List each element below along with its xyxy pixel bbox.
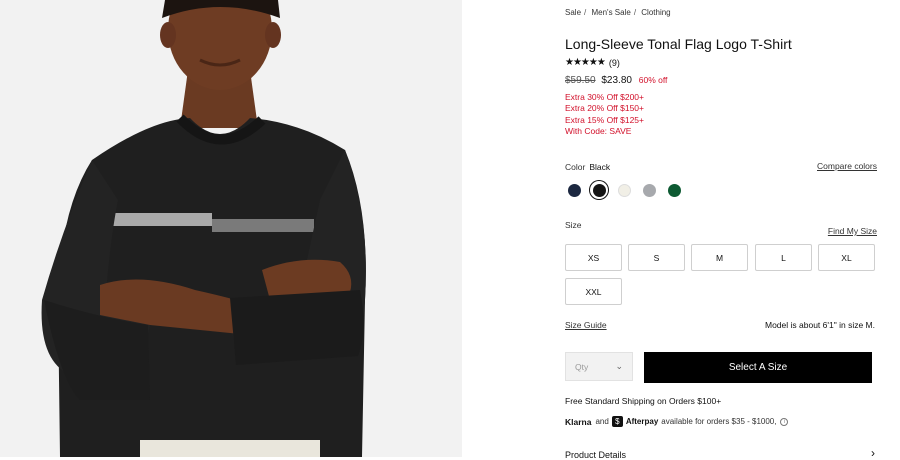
- swatch-color: [592, 183, 606, 197]
- afterpay-logo: Afterpay: [625, 417, 659, 426]
- and-text: and: [595, 417, 609, 426]
- product-title: Long-Sleeve Tonal Flag Logo T-Shirt: [565, 36, 792, 52]
- original-price: $59.50: [565, 75, 596, 86]
- star-rating-icon: ★★★★★: [565, 57, 606, 68]
- swatch-navy[interactable]: [565, 181, 583, 199]
- color-label-text: Color: [565, 162, 586, 172]
- selected-color: Black: [589, 162, 611, 172]
- breadcrumb-mens-sale[interactable]: Men's Sale: [591, 8, 630, 17]
- size-xl-button[interactable]: XL: [818, 244, 875, 271]
- compare-colors-link[interactable]: Compare colors: [817, 161, 877, 171]
- color-label: Color Black: [565, 162, 610, 172]
- model-wearing-shirt-image: [0, 0, 462, 457]
- breadcrumb-sale[interactable]: Sale: [565, 8, 581, 17]
- size-xs-button[interactable]: XS: [565, 244, 622, 271]
- payment-options: Klarna and $ Afterpay available for orde…: [565, 416, 789, 427]
- swatch-color: [567, 183, 581, 197]
- swatch-green[interactable]: [665, 181, 683, 199]
- size-s-button[interactable]: S: [628, 244, 685, 271]
- size-label: Size: [565, 220, 582, 230]
- promo-line: Extra 30% Off $200+: [565, 92, 644, 102]
- swatch-color: [667, 183, 681, 197]
- promo-code: With Code: SAVE: [565, 125, 632, 136]
- product-info-panel: Sale / Men's Sale / Clothing Long-Sleeve T…: [565, 0, 877, 460]
- product-photo: [0, 0, 462, 457]
- size-guide-link[interactable]: Size Guide: [565, 320, 607, 330]
- breadcrumb-separator: /: [633, 8, 637, 17]
- qty-placeholder: Qty: [575, 361, 589, 372]
- shipping-note: Free Standard Shipping on Orders $100+: [565, 396, 722, 406]
- review-count[interactable]: (9): [609, 58, 620, 68]
- breadcrumb: Sale / Men's Sale / Clothing: [565, 8, 674, 17]
- size-l-button[interactable]: L: [755, 244, 812, 271]
- klarna-logo: Klarna: [565, 416, 592, 427]
- select-size-button[interactable]: Select A Size: [644, 352, 872, 383]
- breadcrumb-separator: /: [584, 8, 587, 17]
- promo-line: Extra 20% Off $150+: [565, 103, 644, 114]
- promo-list: Extra 30% Off $200+ Extra 20% Off $150+ …: [565, 92, 644, 137]
- product-details-toggle[interactable]: Product Details: [565, 450, 626, 460]
- sale-price: $23.80: [601, 75, 632, 86]
- price: $59.50 $23.80 60% off: [565, 75, 667, 86]
- swatch-grey[interactable]: [640, 181, 658, 199]
- discount-badge: 60% off: [638, 75, 668, 85]
- swatch-color: [617, 183, 631, 197]
- quantity-select[interactable]: Qty ⌄: [565, 352, 633, 381]
- breadcrumb-clothing[interactable]: Clothing: [641, 8, 670, 17]
- model-size-note: Model is about 6'1" in size M.: [765, 320, 875, 330]
- promo-line: Extra 15% Off $125+: [565, 114, 644, 125]
- swatch-cream[interactable]: [615, 181, 633, 199]
- afterpay-icon: $: [611, 416, 623, 427]
- size-xxl-button[interactable]: XXL: [565, 278, 622, 305]
- swatch-color: [642, 183, 656, 197]
- size-m-button[interactable]: M: [691, 244, 748, 271]
- chevron-down-icon: ⌄: [615, 361, 623, 371]
- find-my-size-link[interactable]: Find My Size: [828, 226, 877, 236]
- color-swatches: [565, 181, 690, 199]
- swatch-black[interactable]: [590, 181, 608, 199]
- installments-text: available for orders $35 - $1000,: [661, 417, 777, 426]
- rating[interactable]: ★★★★★ (9): [565, 57, 620, 68]
- info-icon[interactable]: i: [780, 417, 789, 426]
- chevron-right-icon[interactable]: ›: [871, 446, 875, 460]
